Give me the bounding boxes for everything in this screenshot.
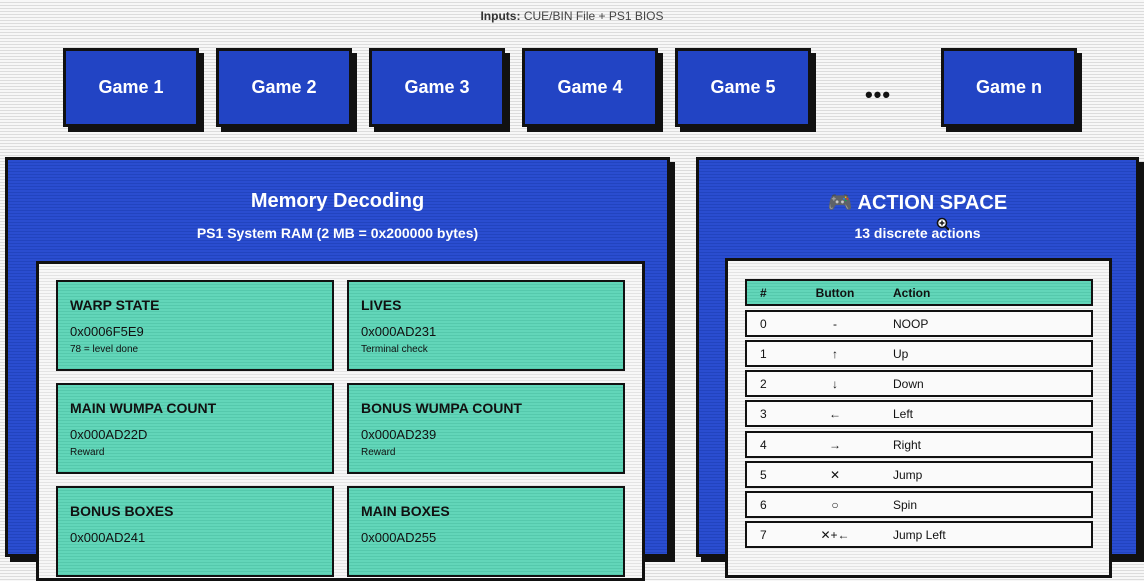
row-action: Jump Left [893,528,946,542]
card-address: 0x0006F5E9 [70,324,144,339]
row-action: Left [893,407,914,421]
row-index: 4 [760,438,767,452]
card-address: 0x000AD241 [70,530,146,545]
row-index: 0 [760,317,767,331]
card-title: WARP STATE [70,297,160,313]
row-button: ✕+← [820,528,850,542]
game-box-4: Game 4 [522,48,658,127]
row-index: 3 [760,407,767,421]
card-note: Terminal check [361,344,428,355]
row-index: 7 [760,528,767,542]
row-action: Down [893,377,924,391]
card-note: 78 = level done [70,344,139,355]
game-box-3: Game 3 [369,48,505,127]
memory-card-warp-state: WARP STATE 0x0006F5E9 78 = level done [56,280,334,371]
table-row: 4 → Right [745,431,1093,458]
card-address: 0x000AD22D [70,427,148,442]
row-button: ○ [831,498,839,512]
game-box-1: Game 1 [63,48,199,127]
header-button: Button [815,286,855,300]
row-index: 5 [760,468,767,482]
game-label: Game 2 [251,77,317,97]
memory-decoding-panel: Memory Decoding PS1 System RAM (2 MB = 0… [5,157,670,581]
table-row: 7 ✕+← Jump Left [745,521,1093,548]
inputs-caption: Inputs: CUE/BIN File + PS1 BIOS [0,9,1144,23]
action-table: # Button Action 0 - NOOP 1 ↑ Up 2 ↓ Down… [725,258,1112,578]
memory-card-lives: LIVES 0x000AD231 Terminal check [347,280,625,371]
card-title: BONUS WUMPA COUNT [361,400,522,416]
game-box-2: Game 2 [216,48,352,127]
game-label: Game n [975,77,1043,97]
card-title: MAIN WUMPA COUNT [70,400,217,416]
memory-card-main-wumpa: MAIN WUMPA COUNT 0x000AD22D Reward [56,383,334,474]
memory-subtitle: PS1 System RAM (2 MB = 0x200000 bytes) [196,225,479,241]
game-label: Game 4 [557,77,623,97]
action-space-title: 🎮 ACTION SPACE [699,190,1136,215]
row-index: 1 [760,347,767,361]
card-address: 0x000AD231 [361,324,437,339]
game-label: Game 3 [404,77,470,97]
row-action: NOOP [893,317,929,331]
header-action: Action [893,286,931,300]
card-address: 0x000AD255 [361,530,437,545]
memory-cards-container: WARP STATE 0x0006F5E9 78 = level done LI… [36,261,645,581]
row-index: 2 [760,377,767,391]
row-index: 6 [760,498,767,512]
game-box-n: Game n [941,48,1077,127]
row-button: ↑ [832,347,838,361]
header-index: # [760,286,767,300]
game-label: Game 1 [98,77,164,97]
table-row: 3 ← Left [745,400,1093,427]
card-title: MAIN BOXES [361,503,450,519]
zoom-cursor-icon [936,217,950,231]
game-label: Game 5 [710,77,776,97]
action-space-title-text: ACTION SPACE [857,192,1008,214]
table-row: 2 ↓ Down [745,370,1093,397]
inputs-value: CUE/BIN File + PS1 BIOS [523,9,664,23]
row-button: ← [829,407,841,421]
action-space-panel: 🎮 ACTION SPACE 13 discrete actions # But… [696,157,1139,578]
memory-card-bonus-wumpa: BONUS WUMPA COUNT 0x000AD239 Reward [347,383,625,474]
card-title: LIVES [361,297,402,313]
inputs-label: Inputs: [480,9,521,23]
card-address: 0x000AD239 [361,427,437,442]
table-row: 0 - NOOP [745,310,1093,337]
row-button: - [833,317,837,331]
gamepad-icon: 🎮 [827,192,853,214]
card-title: BONUS BOXES [70,503,174,519]
row-button: → [829,438,841,452]
table-row: 5 ✕ Jump [745,461,1093,488]
ellipsis: ••• [864,82,892,107]
row-button: ✕ [829,468,841,482]
row-action: Up [893,347,909,361]
row-button: ↓ [832,377,838,391]
row-action: Spin [893,498,918,512]
row-action: Jump [893,468,923,482]
table-row: 1 ↑ Up [745,340,1093,367]
memory-title: Memory Decoding [250,190,425,212]
row-action: Right [893,438,922,452]
game-box-5: Game 5 [675,48,811,127]
card-note: Reward [70,447,105,458]
card-note: Reward [361,447,396,458]
action-table-header: # Button Action [745,279,1093,306]
table-row: 6 ○ Spin [745,491,1093,518]
action-space-subtitle: 13 discrete actions [854,225,981,241]
